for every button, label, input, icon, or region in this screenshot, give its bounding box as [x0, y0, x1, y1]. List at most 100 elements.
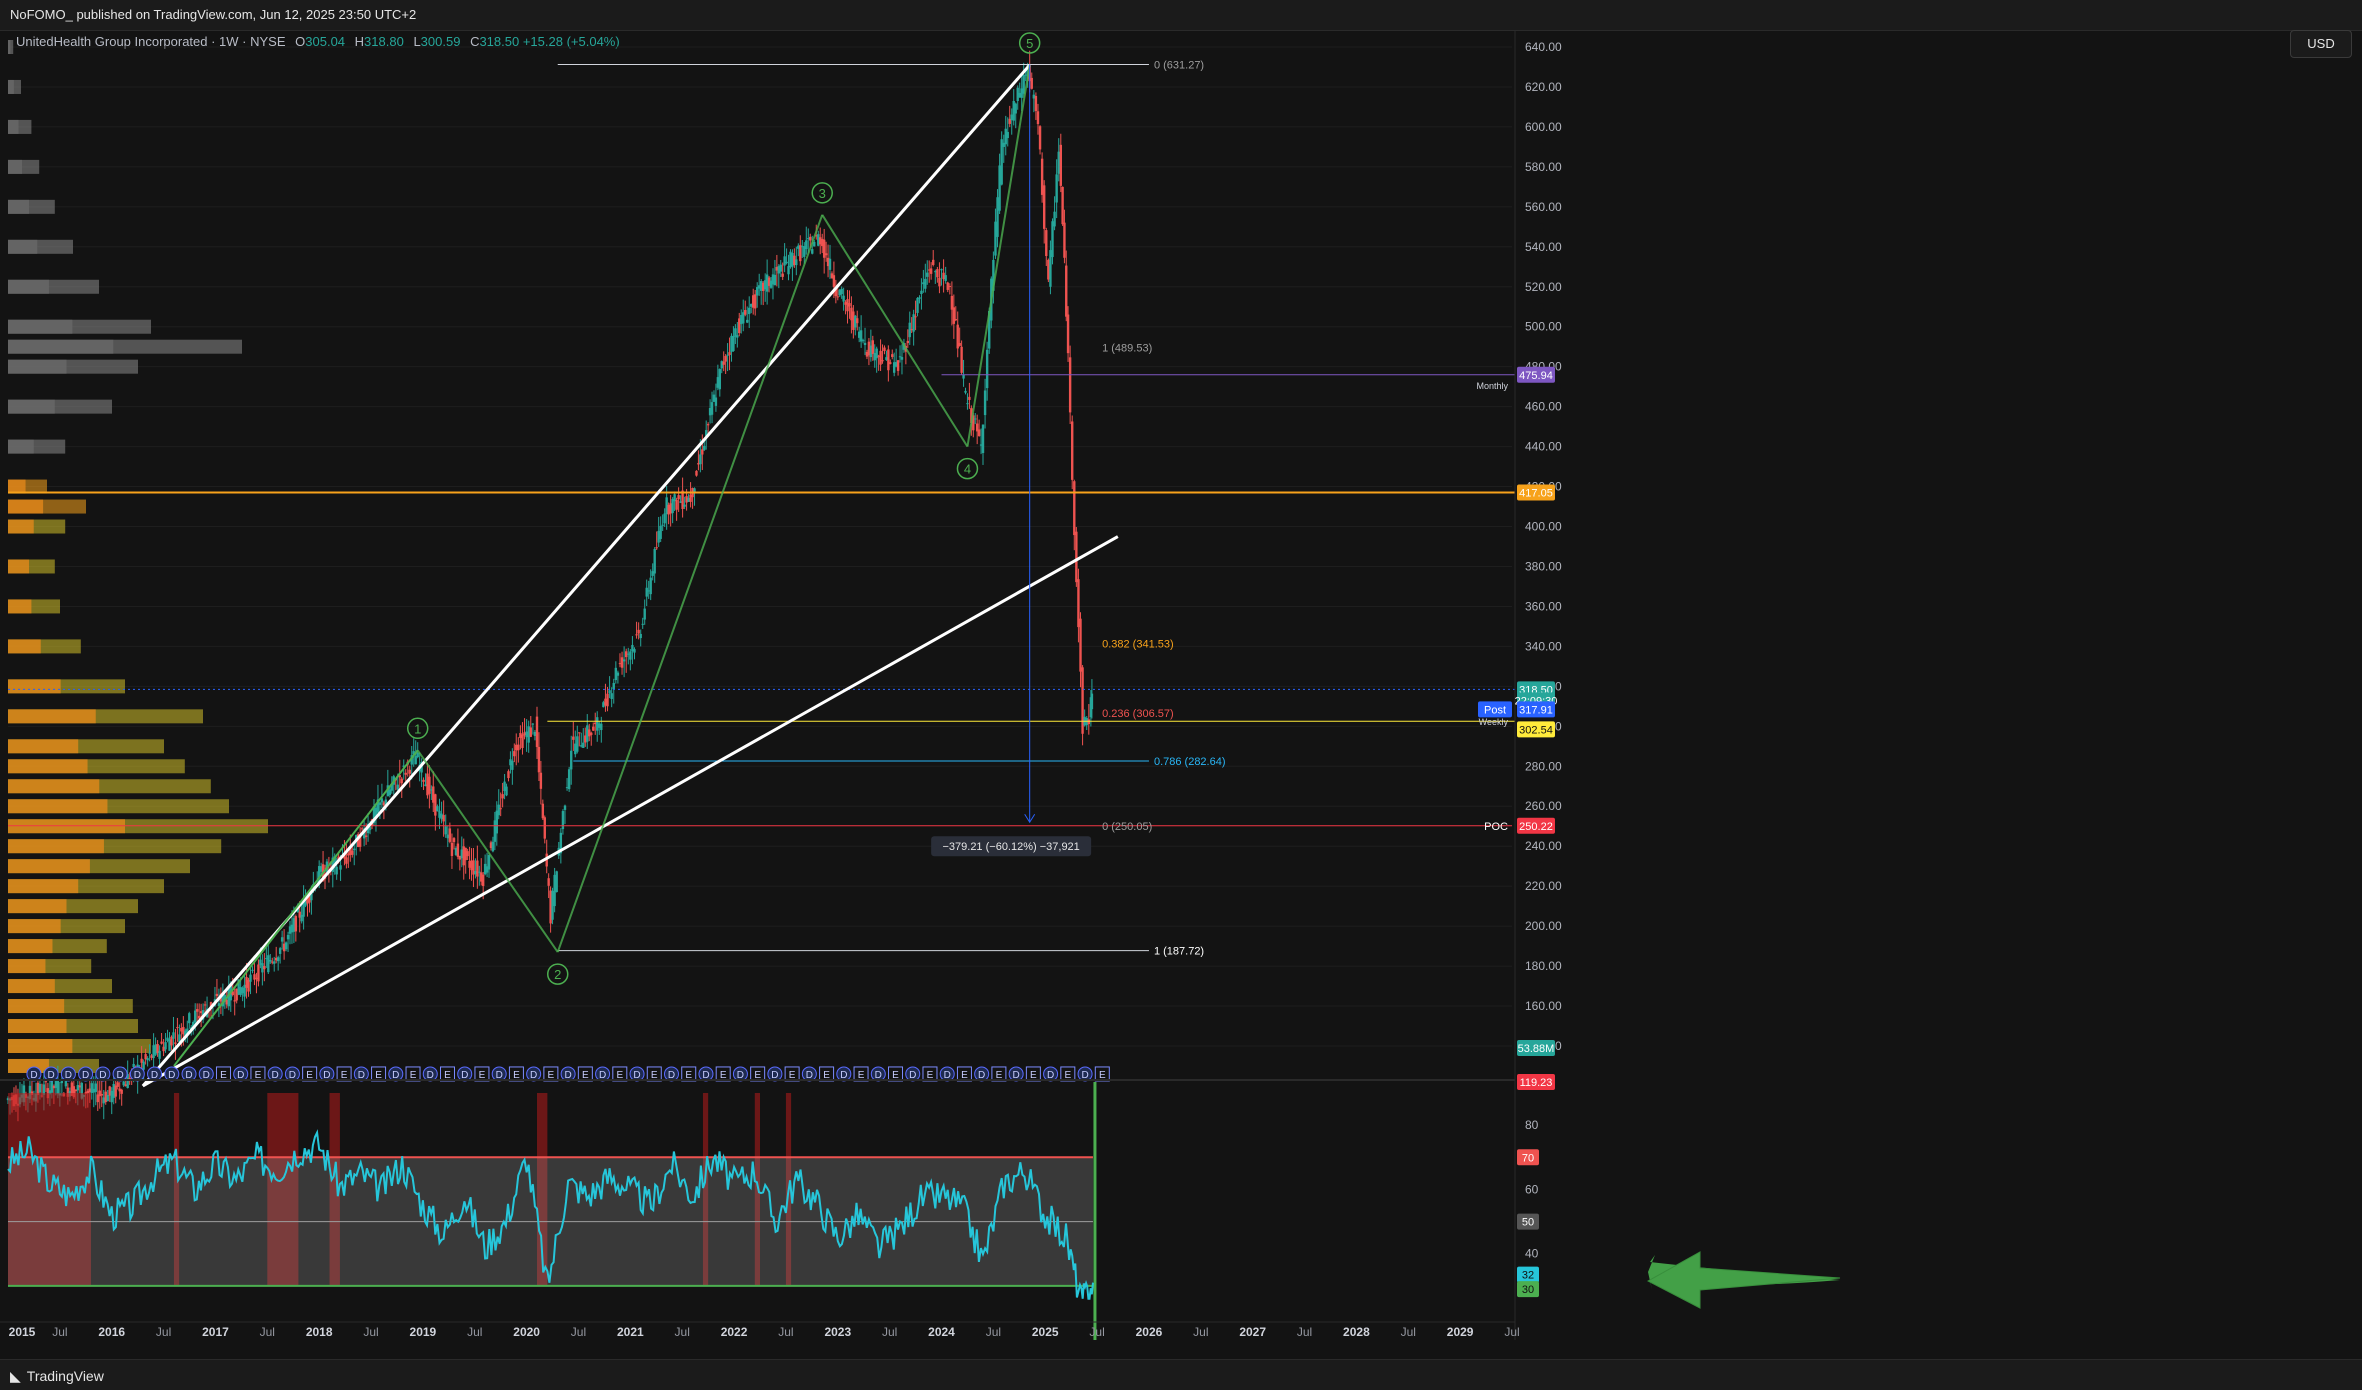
trendline[interactable] — [142, 535, 1119, 1088]
dividend-marker[interactable]: D — [698, 1066, 714, 1082]
earnings-marker[interactable]: E — [819, 1066, 835, 1082]
volume-profile-bar — [8, 319, 151, 334]
candle-body — [275, 957, 278, 961]
tradingview-logo[interactable]: ◣ TradingView — [10, 1368, 104, 1385]
earnings-marker[interactable]: E — [1060, 1066, 1076, 1082]
dividend-marker[interactable]: D — [60, 1066, 76, 1082]
earnings-marker[interactable]: E — [1094, 1066, 1110, 1082]
earnings-marker[interactable]: E — [474, 1066, 490, 1082]
elliott-wave-marker[interactable] — [406, 717, 429, 740]
dividend-marker[interactable]: D — [198, 1066, 214, 1082]
rsi-line — [7, 1129, 1094, 1300]
elliott-wave-marker[interactable] — [811, 182, 833, 204]
dividend-marker[interactable]: D — [78, 1066, 94, 1082]
candle-body — [687, 497, 690, 502]
dividend-marker[interactable]: D — [1043, 1066, 1059, 1082]
volume-profile-bar-inner — [8, 40, 11, 54]
earnings-marker[interactable]: E — [1025, 1066, 1041, 1082]
candle-body — [809, 236, 812, 241]
dividend-marker[interactable]: D — [974, 1066, 990, 1082]
earnings-marker[interactable]: E — [577, 1066, 593, 1082]
earnings-marker[interactable]: E — [922, 1066, 938, 1082]
earnings-marker[interactable]: E — [991, 1066, 1007, 1082]
candle-body — [797, 245, 800, 249]
earnings-marker[interactable]: E — [439, 1066, 455, 1082]
dividend-marker[interactable]: D — [801, 1066, 817, 1082]
earnings-marker[interactable]: E — [750, 1066, 766, 1082]
elliott-wave-marker[interactable] — [956, 457, 979, 480]
candle-body — [842, 295, 845, 302]
dividend-marker[interactable]: D — [663, 1066, 679, 1082]
candle-body — [205, 1008, 209, 1017]
earnings-marker[interactable]: E — [371, 1066, 387, 1082]
price-chart[interactable]: 0 (631.27) 1 (489.53) 0.382 (341.53) 0.236 … — [0, 0, 2362, 1359]
candle-body — [384, 799, 388, 806]
dividend-marker[interactable]: D — [26, 1066, 42, 1082]
candle-body — [523, 732, 526, 736]
dividend-marker[interactable]: D — [233, 1066, 249, 1082]
earnings-marker[interactable]: E — [302, 1066, 318, 1082]
dividend-marker[interactable]: D — [939, 1066, 955, 1082]
dividend-marker[interactable]: D — [388, 1066, 404, 1082]
earnings-marker[interactable]: E — [715, 1066, 731, 1082]
earnings-marker[interactable]: E — [250, 1066, 266, 1082]
dividend-marker[interactable]: D — [112, 1066, 128, 1082]
earnings-marker[interactable]: E — [681, 1066, 697, 1082]
candle-body — [249, 974, 252, 982]
dividend-marker[interactable]: D — [1008, 1066, 1024, 1082]
earnings-marker[interactable]: E — [336, 1066, 352, 1082]
dividend-marker[interactable]: D — [353, 1066, 369, 1082]
annotation-arrow[interactable] — [1648, 1255, 1840, 1298]
dividend-marker[interactable]: D — [164, 1066, 180, 1082]
dividend-marker[interactable]: D — [905, 1066, 921, 1082]
dividend-marker[interactable]: D — [422, 1066, 438, 1082]
dividend-marker[interactable]: D — [284, 1066, 300, 1082]
dividend-marker[interactable]: D — [95, 1066, 111, 1082]
dividend-marker[interactable]: D — [629, 1066, 645, 1082]
dividend-marker[interactable]: D — [319, 1066, 335, 1082]
dividend-marker[interactable]: D — [560, 1066, 576, 1082]
earnings-marker[interactable]: E — [646, 1066, 662, 1082]
dividend-marker[interactable]: D — [1077, 1066, 1093, 1082]
elliott-wave-marker[interactable] — [1018, 32, 1041, 54]
dividend-marker[interactable]: D — [595, 1066, 611, 1082]
svg-text:D: D — [875, 1070, 882, 1081]
earnings-marker[interactable]: E — [888, 1066, 904, 1082]
earnings-marker[interactable]: E — [215, 1066, 231, 1082]
dividend-marker[interactable]: D — [491, 1066, 507, 1082]
candle-body — [887, 349, 890, 371]
candle-body — [68, 1091, 72, 1097]
earnings-marker[interactable]: E — [956, 1066, 972, 1082]
candle-body — [988, 310, 991, 349]
dividend-marker[interactable]: D — [870, 1066, 886, 1082]
candle-body — [412, 751, 415, 755]
dividend-marker[interactable]: D — [767, 1066, 783, 1082]
trendline[interactable] — [141, 63, 1031, 1087]
trendline[interactable] — [173, 749, 419, 1067]
currency-button[interactable]: USD — [2290, 30, 2352, 58]
earnings-marker[interactable]: E — [543, 1066, 559, 1082]
dividend-marker[interactable]: D — [836, 1066, 852, 1082]
candle-body — [600, 723, 603, 731]
dividend-marker[interactable]: D — [526, 1066, 542, 1082]
candle-body — [499, 808, 502, 810]
dividend-marker[interactable]: D — [43, 1066, 59, 1082]
candle-body — [730, 335, 733, 353]
dividend-marker[interactable]: D — [129, 1066, 145, 1082]
dividend-marker[interactable]: D — [732, 1066, 748, 1082]
candle-body — [653, 548, 656, 574]
elliott-wave-marker[interactable] — [546, 963, 569, 985]
earnings-marker[interactable]: E — [405, 1066, 421, 1082]
earnings-marker[interactable]: E — [612, 1066, 628, 1082]
candle-body — [706, 424, 710, 426]
earnings-marker[interactable]: E — [508, 1066, 524, 1082]
dividend-marker[interactable]: D — [147, 1066, 163, 1082]
price-axis-tick: 160.00 — [1525, 999, 1562, 1013]
dividend-marker[interactable]: D — [267, 1066, 283, 1082]
earnings-marker[interactable]: E — [853, 1066, 869, 1082]
dividend-marker[interactable]: D — [181, 1066, 197, 1082]
earnings-marker[interactable]: E — [784, 1066, 800, 1082]
symbol-name[interactable]: UnitedHealth Group Incorporated · 1W · N… — [16, 34, 286, 49]
dividend-marker[interactable]: D — [457, 1066, 473, 1082]
rsi-overbought-zone — [173, 1093, 180, 1286]
